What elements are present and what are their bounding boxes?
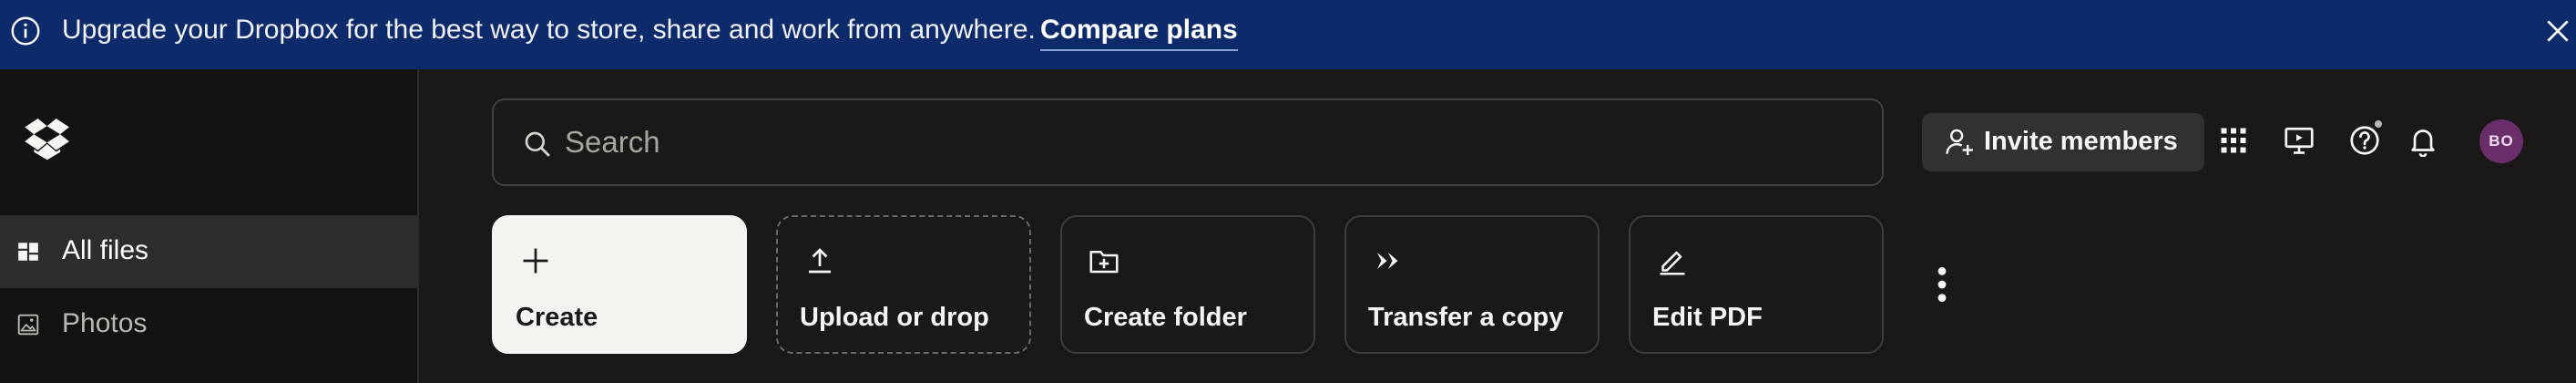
create-label: Create <box>516 303 598 332</box>
present-icon[interactable] <box>2283 124 2315 157</box>
sidebar-item-all-files[interactable]: All files <box>0 215 417 288</box>
transfer-icon <box>1377 253 1398 269</box>
edit-pdf-button[interactable]: Edit PDF <box>1629 215 1884 354</box>
banner-message: Upgrade your Dropbox for the best way to… <box>62 15 1036 45</box>
edit-pdf-label: Edit PDF <box>1652 303 1763 332</box>
search-input[interactable] <box>565 119 1840 166</box>
transfer-a-copy-label: Transfer a copy <box>1368 303 1564 332</box>
close-icon[interactable] <box>2543 16 2572 46</box>
transfer-a-copy-button[interactable]: Transfer a copy <box>1344 215 1600 354</box>
create-folder-label: Create folder <box>1084 303 1247 332</box>
compare-plans-link[interactable]: Compare plans <box>1040 15 1238 51</box>
sidebar: All files Photos <box>0 69 419 383</box>
upload-icon <box>809 248 831 274</box>
sidebar-item-photos[interactable]: Photos <box>0 288 417 361</box>
sidebar-item-label: All files <box>62 235 149 265</box>
sidebar-item-label: Photos <box>62 308 148 338</box>
edit-pdf-icon <box>1660 251 1685 275</box>
more-vertical-icon[interactable] <box>1926 264 1958 305</box>
search-icon <box>525 131 550 157</box>
upgrade-banner: Upgrade your Dropbox for the best way to… <box>0 0 2576 69</box>
upload-or-drop-label: Upload or drop <box>800 303 989 332</box>
folder-plus-icon <box>1089 250 1119 274</box>
app-grid-icon[interactable] <box>2217 124 2250 157</box>
notifications-bell-icon[interactable] <box>2407 124 2439 157</box>
all-files-icon <box>18 243 38 261</box>
create-folder-button[interactable]: Create folder <box>1060 215 1315 354</box>
search-bar[interactable] <box>492 98 1884 186</box>
photos-icon <box>17 314 39 336</box>
plus-icon <box>523 248 548 274</box>
upload-or-drop-button[interactable]: Upload or drop <box>776 215 1031 354</box>
invite-user-icon <box>1946 129 1973 156</box>
avatar[interactable]: BO <box>2479 119 2523 163</box>
invite-members-label: Invite members <box>1984 127 2178 156</box>
dropbox-logo-icon[interactable] <box>24 119 71 160</box>
create-button[interactable]: Create <box>492 215 747 354</box>
help-notification-dot <box>2373 119 2384 129</box>
invite-members-button[interactable]: Invite members <box>1922 113 2204 171</box>
info-icon <box>11 16 40 46</box>
